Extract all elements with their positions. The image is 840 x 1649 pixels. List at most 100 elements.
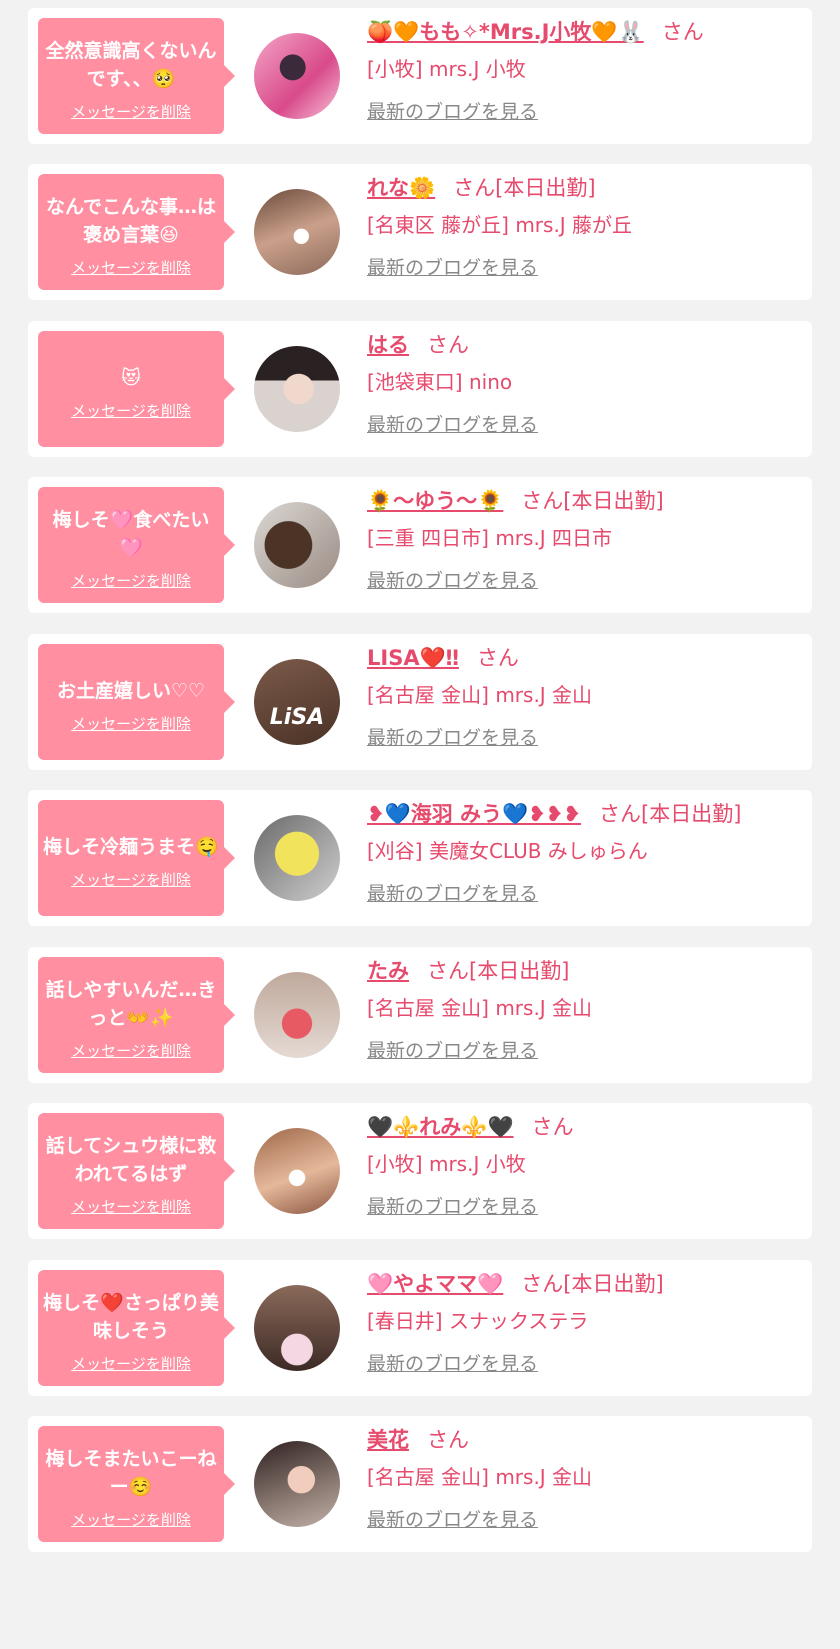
profile-info: れな🌼 さん[本日出勤] [名東区 藤が丘] mrs.J 藤が丘 最新のブログを見… xyxy=(367,172,804,282)
honorific-status: さん xyxy=(476,646,519,670)
delete-message-link[interactable]: メッセージを削除 xyxy=(71,101,191,122)
avatar-logo-text: LiSA xyxy=(269,705,325,730)
latest-blog-link[interactable]: 最新のブログを見る xyxy=(367,98,538,126)
profile-name-link[interactable]: はる xyxy=(367,333,409,357)
message-bubble: なんでこんな事…は褒め言葉😆 メッセージを削除 xyxy=(38,174,235,290)
latest-blog-link[interactable]: 最新のブログを見る xyxy=(367,1037,538,1065)
latest-blog-link[interactable]: 最新のブログを見る xyxy=(367,1193,538,1221)
shop-label: [小牧] mrs.J 小牧 xyxy=(367,1152,526,1176)
delete-message-link[interactable]: メッセージを削除 xyxy=(71,570,191,591)
name-row: れな🌼 さん[本日出勤] xyxy=(367,172,804,204)
message-bubble: 梅しそ冷麺うまそ🤤 メッセージを削除 xyxy=(38,800,235,916)
profile-name-link[interactable]: ❥💙海羽 みう💙❥❥❥ xyxy=(367,802,581,826)
profile-name-link[interactable]: れな🌼 xyxy=(367,176,435,200)
latest-blog-link[interactable]: 最新のブログを見る xyxy=(367,567,538,595)
message-text: 梅しそ❤️さっぱり美味しそう xyxy=(43,1291,219,1342)
avatar-photo-heart2[interactable] xyxy=(254,1128,340,1214)
delete-message-link[interactable]: メッセージを削除 xyxy=(71,400,191,421)
message-card: お土産嬉しい♡♡ メッセージを削除 LiSA LISA❤️‼ さん [名古屋 金山… xyxy=(28,634,812,770)
avatar-lisa-logo[interactable]: LiSA xyxy=(254,659,340,745)
latest-blog-link[interactable]: 最新のブログを見る xyxy=(367,254,538,282)
delete-message-link[interactable]: メッセージを削除 xyxy=(71,1040,191,1061)
shop-label: [三重 四日市] mrs.J 四日市 xyxy=(367,526,613,550)
profile-name-link[interactable]: 🌻〜ゆう〜🌻 xyxy=(367,489,503,513)
shop-label: [名古屋 金山] mrs.J 金山 xyxy=(367,683,593,707)
delete-message-link[interactable]: メッセージを削除 xyxy=(71,1509,191,1530)
message-text: なんでこんな事…は褒め言葉😆 xyxy=(45,195,217,246)
honorific-status: さん[本日出勤] xyxy=(521,489,664,513)
message-text: 梅しそ冷麺うまそ🤤 xyxy=(43,835,219,858)
message-bubble: 梅しそ🩷食べたい🩷 メッセージを削除 xyxy=(38,487,235,603)
avatar-photo-pink[interactable] xyxy=(254,33,340,119)
message-card: 梅しそ冷麺うまそ🤤 メッセージを削除 ❥💙海羽 みう💙❥❥❥ さん[本日出勤] [… xyxy=(28,790,812,926)
profile-name-link[interactable]: 🩷やよママ🩷 xyxy=(367,1272,503,1296)
delete-message-link[interactable]: メッセージを削除 xyxy=(71,713,191,734)
message-bubble: 話しやすいんだ…きっと👐✨ メッセージを削除 xyxy=(38,957,235,1073)
profile-info: 🖤⚜️れみ⚜️🖤 さん [小牧] mrs.J 小牧 最新のブログを見る xyxy=(367,1111,804,1221)
honorific-status: さん[本日出勤] xyxy=(521,1272,664,1296)
profile-name-link[interactable]: LISA❤️‼ xyxy=(367,646,459,670)
message-card: なんでこんな事…は褒め言葉😆 メッセージを削除 れな🌼 さん[本日出勤] [名東区… xyxy=(28,164,812,300)
profile-info: 🩷やよママ🩷 さん[本日出勤] [春日井] スナックステラ 最新のブログを見る xyxy=(367,1268,804,1378)
avatar-photo-woman[interactable] xyxy=(254,1441,340,1527)
name-row: はる さん xyxy=(367,329,804,361)
profile-info: たみ さん[本日出勤] [名古屋 金山] mrs.J 金山 最新のブログを見る xyxy=(367,955,804,1065)
profile-name-link[interactable]: たみ xyxy=(367,959,409,983)
profile-name-link[interactable]: 🍑🧡もも✧*Mrs.J小牧🧡🐰 xyxy=(367,20,644,44)
message-text: 話しやすいんだ…きっと👐✨ xyxy=(45,978,217,1029)
honorific-status: さん xyxy=(427,1428,469,1452)
message-list: 全然意識高くないんです、、🥺 メッセージを削除 🍑🧡もも✧*Mrs.J小牧🧡🐰 さ… xyxy=(0,0,840,1649)
shop-label: [池袋東口] nino xyxy=(367,370,513,394)
profile-info: ❥💙海羽 みう💙❥❥❥ さん[本日出勤] [刈谷] 美魔女CLUB みしゅらん 最… xyxy=(367,798,804,908)
message-text: 梅しそまたいこーねー☺️ xyxy=(45,1447,217,1498)
avatar-photo-flowers[interactable] xyxy=(254,1285,340,1371)
message-card: 梅しそ🩷食べたい🩷 メッセージを削除 🌻〜ゆう〜🌻 さん[本日出勤] [三重 四日… xyxy=(28,477,812,613)
shop-label: [刈谷] 美魔女CLUB みしゅらん xyxy=(367,839,648,863)
profile-name-link[interactable]: 美花 xyxy=(367,1428,409,1452)
avatar-photo-hair[interactable] xyxy=(254,502,340,588)
honorific-status: さん xyxy=(661,20,704,44)
message-bubble: 話してシュウ様に救われてるはず メッセージを削除 xyxy=(38,1113,235,1229)
shop-label: [名古屋 金山] mrs.J 金山 xyxy=(367,1465,593,1489)
profile-info: LISA❤️‼ さん [名古屋 金山] mrs.J 金山 最新のブログを見る xyxy=(367,642,804,752)
message-card: 😻 メッセージを削除 はる さん [池袋東口] nino 最新のブログを見る xyxy=(28,321,812,457)
name-row: 🖤⚜️れみ⚜️🖤 さん xyxy=(367,1111,804,1143)
latest-blog-link[interactable]: 最新のブログを見る xyxy=(367,880,538,908)
latest-blog-link[interactable]: 最新のブログを見る xyxy=(367,1350,538,1378)
shop-label: [名東区 藤が丘] mrs.J 藤が丘 xyxy=(367,213,633,237)
message-card: 話しやすいんだ…きっと👐✨ メッセージを削除 たみ さん[本日出勤] [名古屋 金… xyxy=(28,947,812,1083)
profile-info: はる さん [池袋東口] nino 最新のブログを見る xyxy=(367,329,804,439)
message-card: 梅しそまたいこーねー☺️ メッセージを削除 美花 さん [名古屋 金山] mrs.… xyxy=(28,1416,812,1552)
profile-info: 美花 さん [名古屋 金山] mrs.J 金山 最新のブログを見る xyxy=(367,1424,804,1534)
name-row: 美花 さん xyxy=(367,1424,804,1456)
message-text: 話してシュウ様に救われてるはず xyxy=(45,1134,217,1185)
honorific-status: さん[本日出勤] xyxy=(453,176,596,200)
name-row: LISA❤️‼ さん xyxy=(367,642,804,674)
delete-message-link[interactable]: メッセージを削除 xyxy=(71,1196,191,1217)
profile-info: 🌻〜ゆう〜🌻 さん[本日出勤] [三重 四日市] mrs.J 四日市 最新のブログ… xyxy=(367,485,804,595)
name-row: 🌻〜ゆう〜🌻 さん[本日出勤] xyxy=(367,485,804,517)
message-bubble: 全然意識高くないんです、、🥺 メッセージを削除 xyxy=(38,18,235,134)
avatar-photo-heart[interactable] xyxy=(254,189,340,275)
honorific-status: さん[本日出勤] xyxy=(427,959,570,983)
profile-name-link[interactable]: 🖤⚜️れみ⚜️🖤 xyxy=(367,1115,514,1139)
delete-message-link[interactable]: メッセージを削除 xyxy=(71,869,191,890)
message-bubble: 梅しそまたいこーねー☺️ メッセージを削除 xyxy=(38,1426,235,1542)
honorific-status: さん[本日出勤] xyxy=(599,802,742,826)
honorific-status: さん xyxy=(531,1115,574,1139)
message-card: 全然意識高くないんです、、🥺 メッセージを削除 🍑🧡もも✧*Mrs.J小牧🧡🐰 さ… xyxy=(28,8,812,144)
latest-blog-link[interactable]: 最新のブログを見る xyxy=(367,724,538,752)
shop-label: [小牧] mrs.J 小牧 xyxy=(367,57,526,81)
delete-message-link[interactable]: メッセージを削除 xyxy=(71,1353,191,1374)
profile-info: 🍑🧡もも✧*Mrs.J小牧🧡🐰 さん [小牧] mrs.J 小牧 最新のブログを見… xyxy=(367,16,804,126)
message-text: 梅しそ🩷食べたい🩷 xyxy=(52,508,210,559)
latest-blog-link[interactable]: 最新のブログを見る xyxy=(367,1506,538,1534)
avatar-emoji-face[interactable] xyxy=(254,815,340,901)
message-text: お土産嬉しい♡♡ xyxy=(56,679,206,702)
avatar-photo-strawberry[interactable] xyxy=(254,972,340,1058)
avatar-photo-face[interactable] xyxy=(254,346,340,432)
latest-blog-link[interactable]: 最新のブログを見る xyxy=(367,411,538,439)
message-card: 梅しそ❤️さっぱり美味しそう メッセージを削除 🩷やよママ🩷 さん[本日出勤] [… xyxy=(28,1260,812,1396)
delete-message-link[interactable]: メッセージを削除 xyxy=(71,257,191,278)
honorific-status: さん xyxy=(427,333,469,357)
